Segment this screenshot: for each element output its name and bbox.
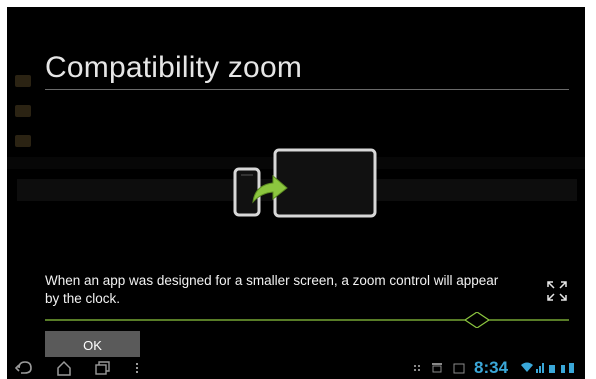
back-icon[interactable] (15, 359, 35, 377)
notification-icons[interactable] (412, 359, 472, 377)
status-icons (521, 362, 574, 373)
tablet-icon (273, 148, 377, 218)
zoom-expand-icon (547, 281, 567, 301)
compatibility-illustration (233, 148, 377, 218)
background-folder-icon (15, 75, 31, 87)
phone-icon (233, 167, 261, 217)
recent-apps-icon[interactable] (93, 359, 111, 377)
dialog-title: Compatibility zoom (45, 51, 303, 84)
menu-icon[interactable] (133, 359, 141, 377)
background-folder-icon (15, 105, 31, 117)
pointer-divider (45, 312, 569, 328)
background-folder-icon (15, 135, 31, 147)
status-clock: 8:34 (474, 358, 509, 377)
screen: account Compatibility zoom When an app w… (7, 7, 585, 379)
dialog-message: When an app was designed for a smaller s… (45, 273, 499, 306)
ok-button[interactable]: OK (45, 331, 140, 357)
home-icon[interactable] (55, 359, 73, 377)
title-divider (45, 89, 569, 90)
